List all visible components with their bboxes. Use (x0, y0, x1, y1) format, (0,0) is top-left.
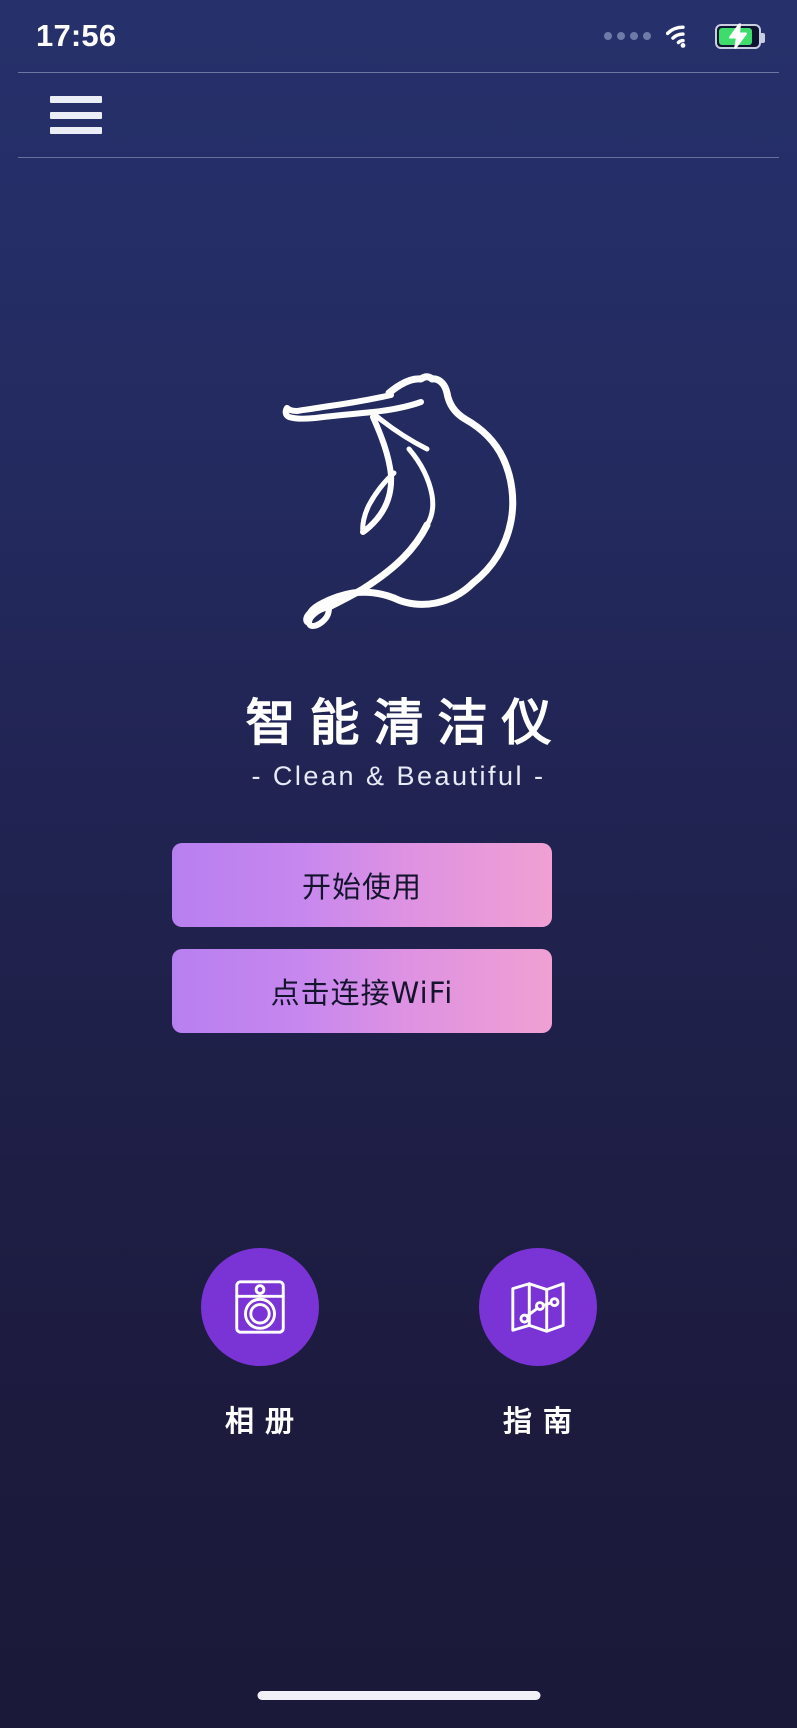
map-guide-icon (510, 1282, 565, 1333)
battery-charging-icon (715, 23, 765, 49)
app-logo (0, 345, 797, 645)
connect-wifi-button[interactable]: 点击连接WiFi (172, 949, 552, 1033)
shortcut-guide-label: 指南 (502, 1404, 583, 1438)
signal-dots-icon (604, 32, 651, 40)
album-circle-button[interactable] (200, 1248, 319, 1366)
washing-machine-icon (234, 1280, 285, 1334)
page-subtitle: - Clean & Beautiful - (251, 761, 546, 791)
status-indicators (604, 23, 765, 49)
hamburger-menu-icon[interactable] (50, 96, 102, 134)
shortcut-album-label: 相册 (224, 1404, 305, 1438)
navigation-bar (0, 73, 797, 157)
dancer-figure-logo (282, 373, 516, 629)
start-button[interactable]: 开始使用 (172, 843, 552, 927)
shortcut-row: 相册 指南 (0, 1248, 797, 1440)
guide-circle-button[interactable] (478, 1248, 597, 1366)
home-indicator-bar[interactable] (257, 1691, 540, 1700)
navbar-divider (18, 157, 779, 158)
wifi-icon (666, 25, 686, 48)
status-bar: 17:56 (0, 0, 797, 72)
shortcut-guide[interactable]: 指南 (478, 1248, 597, 1440)
status-time: 17:56 (36, 18, 117, 53)
page-title: 智能清洁仪 (245, 694, 566, 752)
shortcut-album[interactable]: 相册 (200, 1248, 319, 1440)
